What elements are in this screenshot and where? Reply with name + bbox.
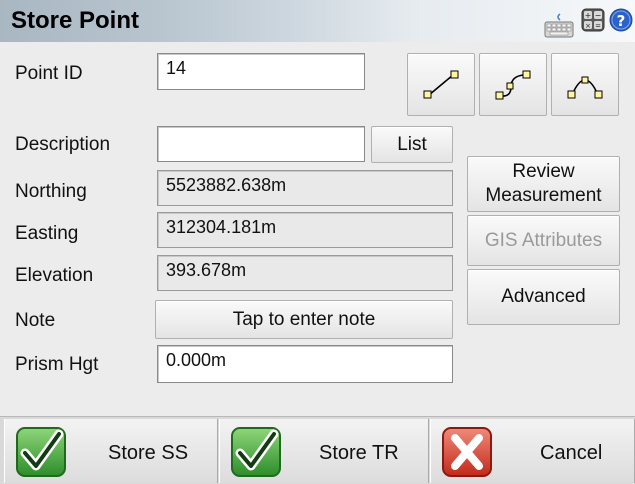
review-label-line1: Review <box>512 161 575 182</box>
easting-label: Easting <box>15 223 79 244</box>
store-ss-label: Store SS <box>108 442 189 464</box>
cancel-label: Cancel <box>540 442 603 464</box>
description-label: Description <box>15 134 111 155</box>
cancel-x-icon <box>441 426 493 483</box>
checkmark-icon <box>15 426 67 483</box>
description-input[interactable] <box>157 126 365 162</box>
checkmark-icon <box>230 426 282 483</box>
northing-label: Northing <box>15 181 87 202</box>
calculator-icon[interactable]: + − × = <box>581 8 605 37</box>
help-icon[interactable]: ? <box>609 7 633 38</box>
review-measurement-button[interactable]: Review Measurement <box>467 156 620 212</box>
elevation-value: 393.678m <box>157 255 453 291</box>
prism-hgt-label: Prism Hgt <box>15 354 99 375</box>
line-button[interactable] <box>407 53 475 116</box>
prism-hgt-input[interactable]: 0.000m <box>157 345 453 383</box>
keyboard-icon[interactable] <box>544 13 574 44</box>
store-tr-label: Store TR <box>319 442 399 464</box>
gis-attributes-button[interactable]: GIS Attributes <box>467 215 620 266</box>
easting-value: 312304.181m <box>157 212 453 248</box>
curve-button[interactable] <box>479 53 547 116</box>
list-button[interactable]: List <box>371 126 453 163</box>
northing-value: 5523882.638m <box>157 170 453 206</box>
store-ss-button[interactable]: Store SS <box>4 419 218 483</box>
title-bar: Store Point + − × = ? <box>0 0 635 42</box>
line-icon <box>423 70 459 98</box>
store-tr-button[interactable]: Store TR <box>219 419 429 483</box>
window-title: Store Point <box>11 7 140 34</box>
advanced-button[interactable]: Advanced <box>467 269 620 325</box>
arc-icon <box>567 76 603 98</box>
svg-text:−: − <box>595 11 602 20</box>
arc-button[interactable] <box>551 53 619 116</box>
point-id-input[interactable]: 14 <box>157 53 365 90</box>
note-button[interactable]: Tap to enter note <box>155 300 453 339</box>
svg-text:+: + <box>585 11 592 20</box>
review-label-line2: Measurement <box>485 185 602 206</box>
curve-icon <box>495 70 531 99</box>
cancel-button[interactable]: Cancel <box>430 419 635 483</box>
svg-text:×: × <box>585 22 591 30</box>
svg-text:=: = <box>595 22 601 30</box>
note-label: Note <box>15 310 56 331</box>
svg-text:?: ? <box>617 12 626 30</box>
elevation-label: Elevation <box>15 265 94 286</box>
point-id-label: Point ID <box>15 63 83 84</box>
